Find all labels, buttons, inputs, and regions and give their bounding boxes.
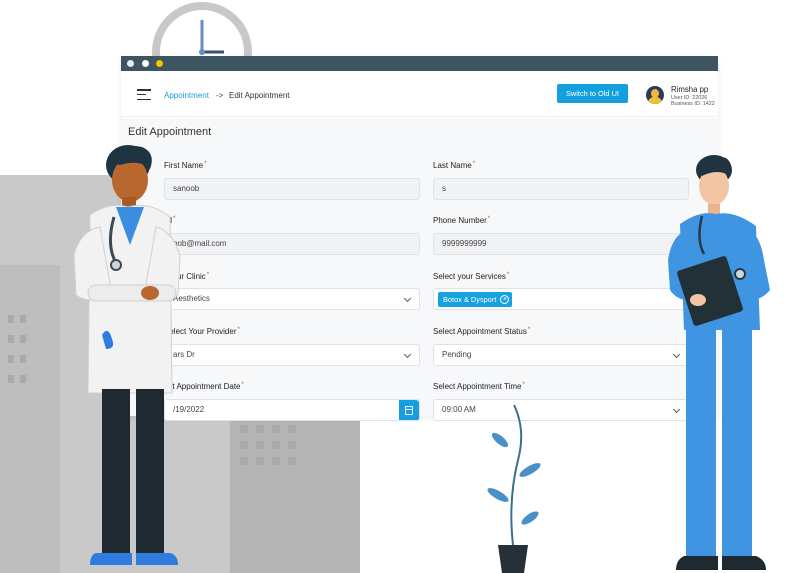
user-name: Rimsha pp [671,85,709,94]
appointment-status-label: Select Appointment Status* [433,327,531,336]
appointment-status-select[interactable]: Pending [433,344,689,366]
phone-number-field[interactable]: 9999999999 [433,233,689,255]
calendar-icon[interactable] [399,400,419,420]
last-name-label: Last Name* [433,161,476,170]
breadcrumb-current: Edit Appointment [229,91,290,100]
appointment-time-select[interactable]: 09:00 AM [433,399,689,421]
breadcrumb-separator: -> [216,91,224,100]
nurse-illustration [660,150,800,573]
plant-illustration [478,400,548,573]
phone-number-label: Phone Number* [433,216,491,225]
switch-to-old-ui-button[interactable]: Switch to Old UI [557,84,628,103]
service-tag-label: Botox & Dysport [443,295,497,304]
service-tag: Botox & Dysport × [438,292,513,307]
window-titlebar [121,56,718,71]
business-id: Business ID: 1422 [671,101,715,107]
window-dot-3 [156,60,163,67]
doctor-illustration [60,135,230,573]
window-dot-1 [127,60,134,67]
appointment-time-label: Select Appointment Time* [433,382,525,391]
hamburger-menu-icon[interactable] [137,89,151,101]
close-circle-icon[interactable]: × [500,295,510,304]
app-header: Appointment -> Edit Appointment Switch t… [121,71,718,117]
services-multiselect[interactable]: Botox & Dysport × [433,288,689,310]
window-dot-2 [142,60,149,67]
avatar[interactable] [646,86,664,104]
breadcrumb-link-appointment[interactable]: Appointment [164,91,209,100]
services-label: Select your Services* [433,272,510,281]
last-name-field[interactable]: s [433,178,689,200]
